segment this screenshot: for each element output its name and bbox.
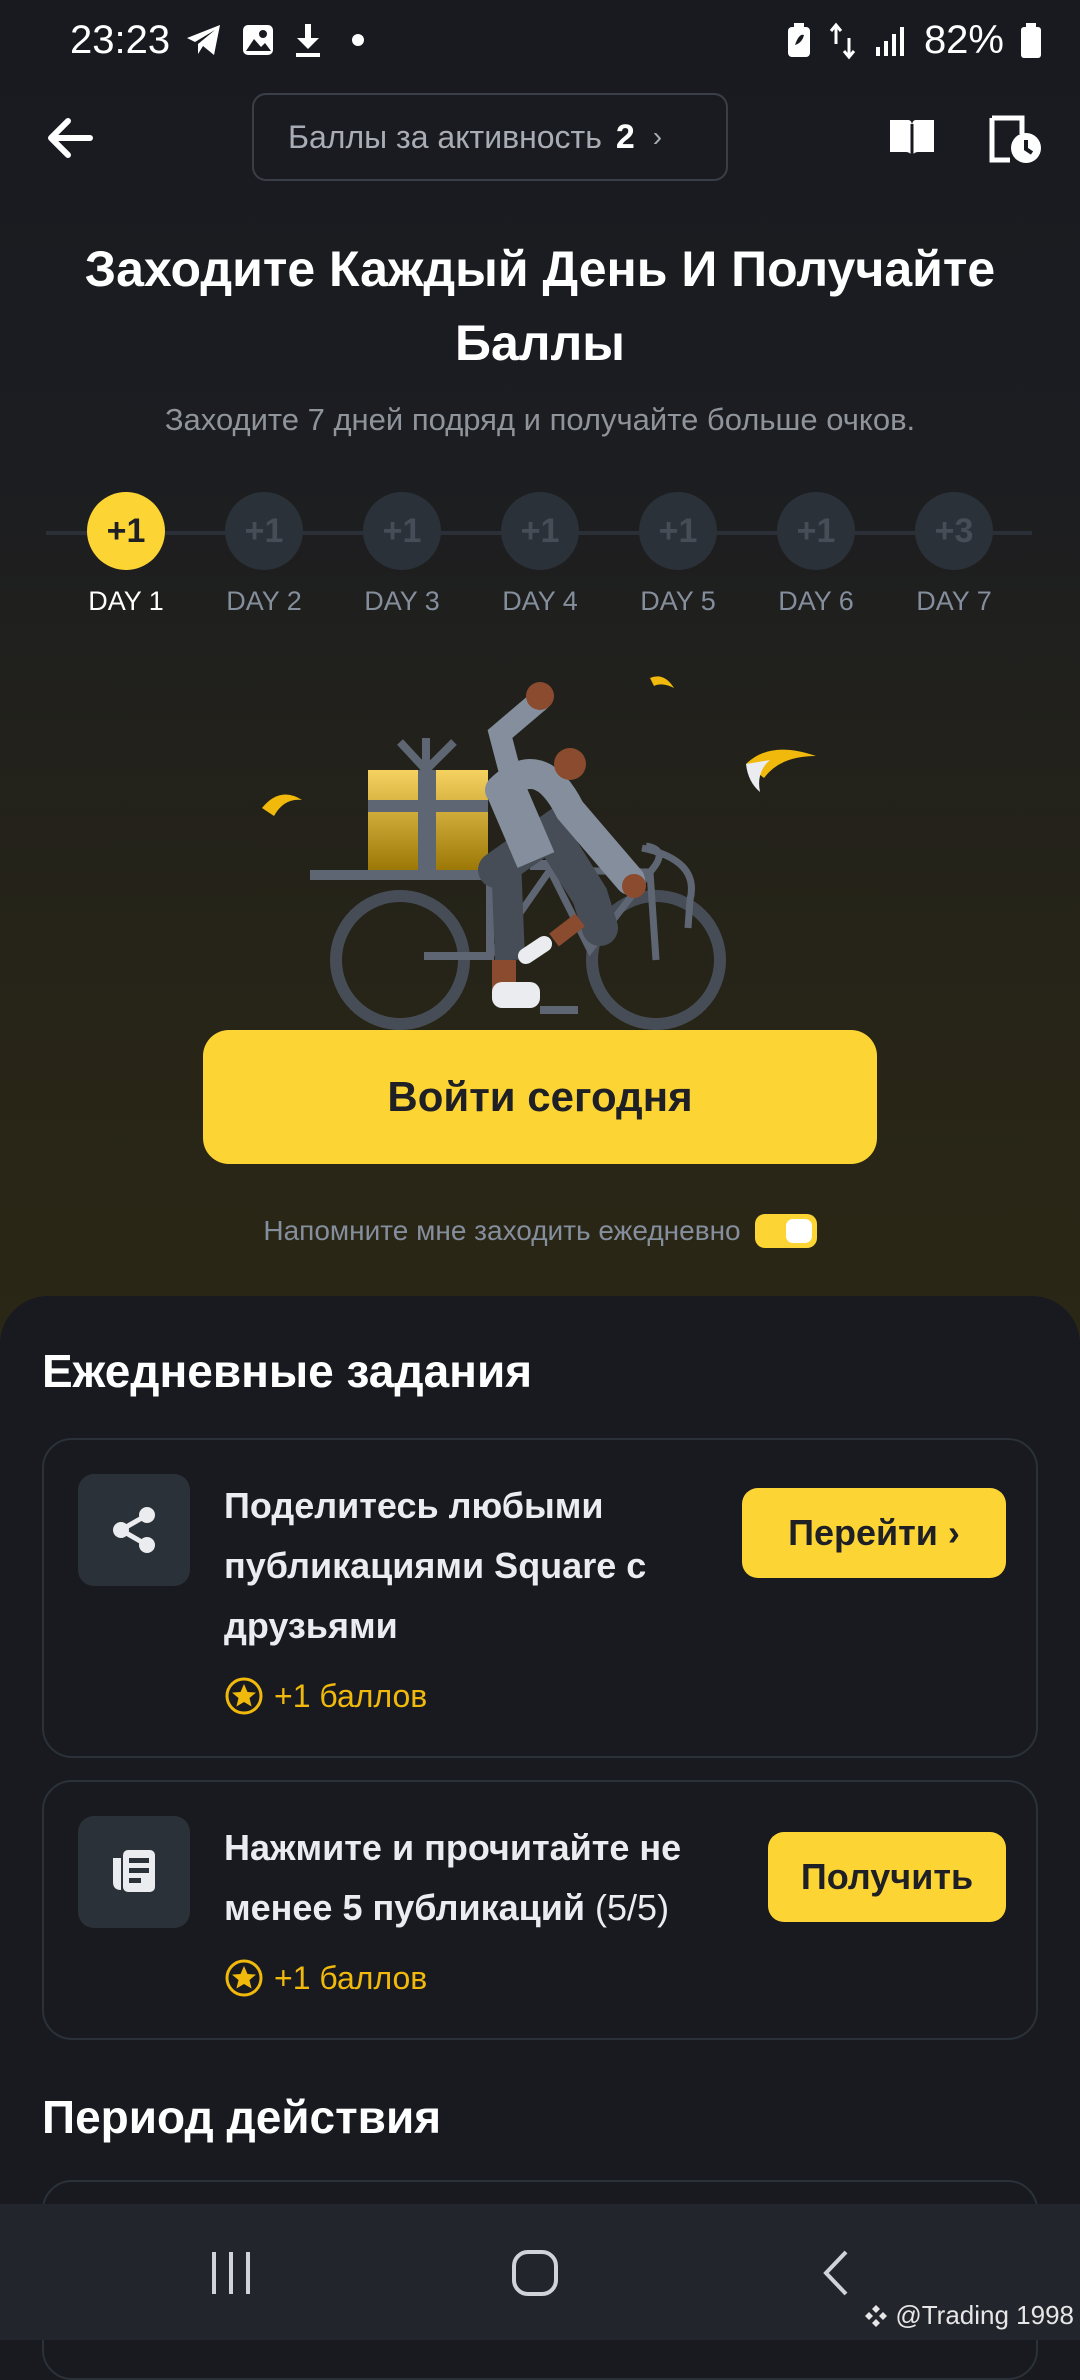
home-icon[interactable]: [510, 2248, 560, 2298]
battery-icon: [1021, 22, 1041, 58]
task-reward-text: +1 баллов: [274, 1677, 428, 1714]
day-3: +1 DAY 3: [342, 492, 462, 617]
day-1: +1 DAY 1: [66, 492, 186, 617]
dot-icon: [352, 34, 364, 46]
page-subtitle: Заходите 7 дней подряд и получайте больш…: [164, 402, 916, 437]
task-description-line: Нажмите и прочитайте не: [224, 1827, 682, 1868]
claim-button[interactable]: Получить: [768, 1832, 1006, 1922]
star-coin-icon: [225, 1959, 263, 1997]
day-reward-badge: +1: [777, 492, 855, 570]
status-bar: 23:23 82%: [0, 0, 1080, 84]
task-description-line: менее 5 публикаций: [224, 1887, 586, 1928]
reminder-label: Напомните мне заходить ежедневно: [263, 1215, 741, 1246]
task-description: Нажмите и прочитайте не менее 5 публикац…: [224, 1818, 681, 1938]
day-label: DAY 3: [364, 586, 440, 616]
day-label: DAY 1: [88, 586, 164, 616]
reminder-toggle[interactable]: [754, 1214, 817, 1248]
day-4: +1 DAY 4: [480, 492, 600, 617]
task-card-share: Поделитесь любыми публикациями Square с …: [42, 1438, 1038, 1758]
day-label: DAY 2: [226, 586, 302, 616]
day-reward-badge: +1: [501, 492, 579, 570]
day-7: +3 DAY 7: [894, 492, 1014, 617]
watermark-text: @Trading 1998: [895, 2300, 1074, 2330]
task-reward-text: +1 баллов: [274, 1959, 428, 1996]
rules-button[interactable]: [888, 116, 936, 160]
arrow-left-icon: [48, 118, 93, 158]
history-icon: [989, 115, 1041, 163]
binance-logo-icon: [865, 2304, 888, 2327]
day-5: +1 DAY 5: [618, 492, 738, 617]
task-icon-box: [78, 1816, 190, 1928]
task-reward: +1 баллов: [224, 1958, 427, 1998]
toggle-knob: [785, 1219, 812, 1243]
back-button[interactable]: [42, 112, 102, 164]
back-nav-icon[interactable]: [816, 2248, 856, 2298]
checkin-today-button[interactable]: Войти сегодня: [203, 1030, 877, 1164]
article-icon: [113, 1850, 155, 1892]
day-label: DAY 7: [916, 586, 992, 616]
reminder-row: Напомните мне заходить ежедневно: [0, 1214, 1080, 1248]
chevron-right-icon: ›: [947, 1512, 960, 1553]
day-label: DAY 4: [502, 586, 578, 616]
recent-apps-icon[interactable]: [206, 2248, 256, 2298]
day-reward-badge: +1: [363, 492, 441, 570]
day-reward-badge: +1: [639, 492, 717, 570]
download-icon: [296, 24, 320, 57]
task-description-line: публикациями Square с: [224, 1545, 647, 1586]
go-button-label: Перейти: [788, 1512, 938, 1553]
validity-period-title: Период действия: [42, 2091, 442, 2143]
history-button[interactable]: [988, 112, 1044, 166]
page-title: Заходите Каждый День И Получайте Баллы: [84, 241, 996, 371]
cyclist-gift-illustration: [262, 676, 816, 1030]
chevron-right-icon: ›: [652, 121, 663, 152]
day-reward-badge: +1: [225, 492, 303, 570]
task-description: Поделитесь любыми публикациями Square с …: [224, 1476, 646, 1656]
book-icon: [890, 120, 934, 156]
day-label: DAY 5: [640, 586, 716, 616]
status-time: 23:23: [70, 18, 171, 62]
image-icon: [243, 25, 273, 55]
day-6: +1 DAY 6: [756, 492, 876, 617]
activity-points-label: Баллы за активность: [288, 118, 602, 155]
star-coin-icon: [225, 1677, 263, 1715]
go-button[interactable]: Перейти ›: [742, 1488, 1006, 1578]
telegram-icon: [187, 25, 220, 55]
day-label: DAY 6: [778, 586, 854, 616]
daily-tasks-title: Ежедневные задания: [42, 1345, 533, 1397]
battery-percent: 82%: [923, 18, 1004, 62]
share-icon: [113, 1507, 155, 1553]
day-reward-badge: +1: [87, 492, 165, 570]
task-card-read: Нажмите и прочитайте не менее 5 публикац…: [42, 1780, 1038, 2040]
task-icon-box: [78, 1474, 190, 1586]
day-reward-badge: +3: [915, 492, 993, 570]
data-arrows-icon: [829, 22, 856, 59]
battery-saver-icon: [787, 22, 810, 57]
task-reward: +1 баллов: [224, 1676, 427, 1716]
watermark: @Trading 1998: [863, 2300, 1074, 2331]
claim-button-label: Получить: [800, 1856, 974, 1897]
task-progress: (5/5): [595, 1887, 670, 1928]
signal-icon: [875, 26, 904, 56]
task-description-line: друзьями: [224, 1605, 398, 1646]
activity-points-value: 2: [615, 117, 635, 156]
activity-points-button[interactable]: Баллы за активность 2 ›: [252, 93, 728, 181]
task-description-line: Поделитесь любыми: [224, 1485, 604, 1526]
day-2: +1 DAY 2: [204, 492, 324, 617]
